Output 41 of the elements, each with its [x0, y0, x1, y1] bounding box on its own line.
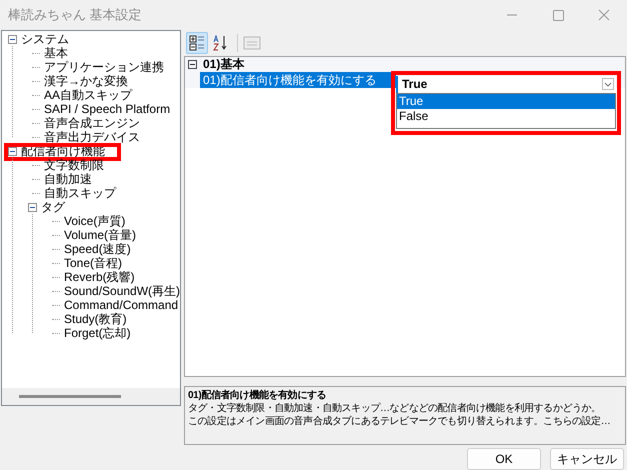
tree-item[interactable]: 音声合成エンジン — [43, 116, 141, 130]
tree-item[interactable]: 音声出力デバイス — [43, 130, 141, 144]
tree-item[interactable]: Reverb(残響) — [63, 270, 136, 284]
tree-item[interactable]: Study(教育) — [63, 312, 128, 326]
tree-item[interactable]: 自動スキップ — [43, 186, 117, 200]
tree-item[interactable]: SAPI / Speech Platform — [43, 102, 172, 116]
tree-item[interactable]: Forget(忘却) — [63, 326, 132, 340]
tree-item[interactable]: アプリケーション連携 — [43, 60, 165, 74]
tree-item[interactable]: Voice(声質) — [63, 214, 126, 228]
dialog-button[interactable]: OK — [467, 448, 541, 470]
tree-item[interactable]: Tone(音程) — [63, 256, 124, 270]
tree-item[interactable]: タグ — [40, 200, 66, 214]
horizontal-scrollbar[interactable] — [2, 388, 180, 405]
property-pages-icon — [243, 34, 261, 51]
tree-item[interactable]: Volume(音量) — [63, 228, 138, 242]
category-label: 01)基本 — [203, 56, 244, 74]
chevron-down-icon — [602, 78, 614, 90]
property-name[interactable]: 01)配信者向け機能を有効にする — [200, 72, 396, 88]
tree-item[interactable]: 基本 — [43, 46, 69, 60]
description-text: この設定はメイン画面の音声合成タブにあるテレビマークでも切り替えられます。こちらの設定… — [188, 415, 612, 428]
categorized-icon — [189, 34, 205, 51]
tree-item[interactable]: Speed(速度) — [63, 242, 132, 256]
collapse-icon[interactable] — [28, 202, 37, 212]
collapse-icon[interactable] — [188, 60, 197, 69]
dropdown-option[interactable]: False — [397, 108, 615, 124]
toolbar-button[interactable] — [186, 32, 208, 54]
collapse-icon[interactable] — [8, 34, 17, 44]
sort-icon — [213, 34, 229, 51]
tree-item[interactable]: Sound/SoundW(再生) — [63, 284, 180, 298]
window-title: 棒読みちゃん 基本設定 — [7, 6, 143, 24]
dialog-button[interactable]: キャンセル — [550, 448, 624, 470]
tree-item[interactable]: システム — [20, 32, 70, 46]
tree-item[interactable]: 漢字→かな変換 — [43, 74, 129, 88]
tree-item[interactable]: Command/Command — [63, 298, 180, 312]
description-text: タグ・文字数制限・自動加速・自動スキップ…などなどの配信者向け機能を利用するかどうか。 — [188, 402, 602, 416]
tree-item[interactable]: AA自動スキップ — [43, 88, 134, 102]
dropdown-option[interactable]: True — [397, 94, 615, 109]
tree-item[interactable]: 自動加速 — [43, 172, 93, 186]
value-dropdown[interactable]: True — [396, 76, 616, 93]
tree-item[interactable]: 文字数制限 — [43, 158, 105, 172]
description-title: 01)配信者向け機能を有効にする — [188, 389, 328, 402]
